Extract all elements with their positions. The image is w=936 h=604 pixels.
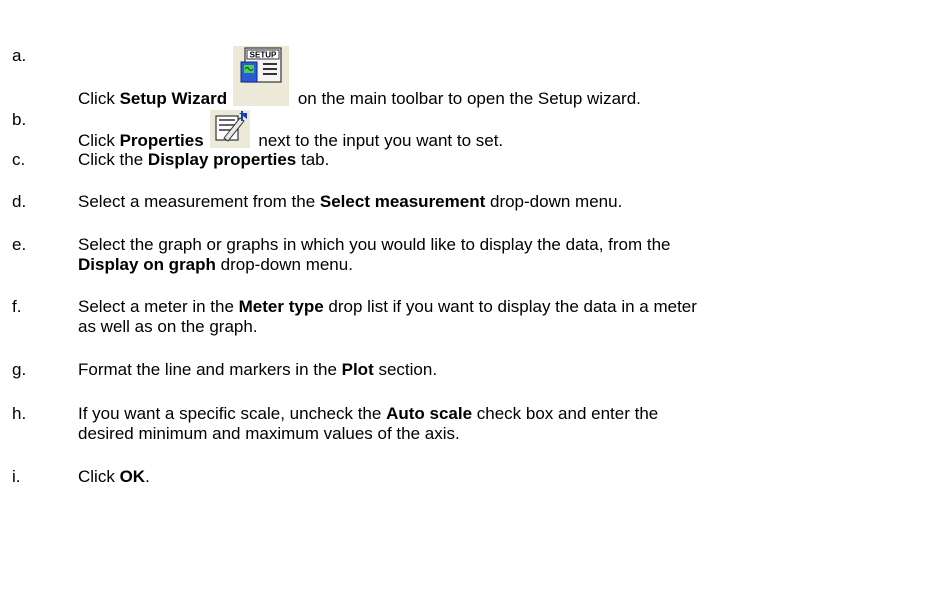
step-h: h. If you want a specific scale, uncheck…: [0, 404, 936, 448]
step-b: b. Click Properties next to the input yo…: [0, 92, 936, 150]
step-e: e. Select the graph or graphs in which y…: [0, 235, 936, 279]
meter-type-label: Meter type: [238, 297, 324, 316]
step-letter: e.: [12, 235, 27, 254]
step-letter: f.: [12, 297, 22, 316]
step-a: a. Click Setup Wizard SETUP on the main …: [0, 4, 936, 108]
instruction-page: { "steps": [ {"letter": "a.", "before": …: [0, 0, 936, 604]
step-text-part: Select a measurement from the: [78, 192, 320, 211]
step-text-line: If you want a specific scale, uncheck th…: [78, 404, 878, 424]
step-text-line: Select a meter in the Meter type drop li…: [78, 297, 878, 317]
step-i: i. Click OK.: [0, 467, 936, 491]
step-text-part: Format the line and markers in the: [78, 360, 342, 379]
display-properties-label: Display properties: [147, 150, 297, 169]
step-f: f. Select a meter in the Meter type drop…: [0, 297, 936, 341]
step-text-part: next to the input you want to set.: [253, 131, 504, 150]
step-text-part: drop list if you want to display the dat…: [323, 297, 697, 316]
step-letter: b.: [12, 110, 27, 129]
display-on-graph-label: Display on graph: [78, 255, 216, 274]
properties-icon[interactable]: [209, 110, 250, 148]
plot-label: Plot: [341, 360, 374, 379]
step-text-part: Click the: [78, 150, 148, 169]
step-text: Select a measurement from the Select mea…: [78, 192, 878, 212]
auto-scale-label: Auto scale: [386, 404, 473, 423]
step-letter: d.: [12, 192, 27, 211]
step-g: g. Format the line and markers in the Pl…: [0, 360, 936, 384]
step-text-line: desired minimum and maximum values of th…: [78, 424, 460, 443]
step-c: c. Click the Display properties tab.: [0, 150, 936, 174]
step-text-part: Select a meter in the: [78, 297, 239, 316]
step-text-part: check box and enter the: [472, 404, 659, 423]
step-letter: g.: [12, 360, 27, 379]
step-text: If you want a specific scale, uncheck th…: [78, 404, 878, 444]
step-text-part: drop-down menu.: [485, 192, 623, 211]
step-letter: h.: [12, 404, 27, 423]
select-measurement-label: Select measurement: [319, 192, 486, 211]
step-text-line: Select the graph or graphs in which you …: [78, 235, 671, 254]
step-text-part: Click: [78, 131, 120, 150]
step-text: Select the graph or graphs in which you …: [78, 235, 878, 275]
step-text: Click OK.: [78, 467, 878, 487]
setup-icon-text: SETUP: [250, 51, 277, 60]
step-text-part: section.: [373, 360, 438, 379]
step-d: d. Select a measurement from the Select …: [0, 192, 936, 216]
step-text: Click Properties next to the input you w…: [78, 110, 878, 151]
step-text: Click the Display properties tab.: [78, 150, 878, 170]
ok-label: OK: [119, 467, 146, 486]
step-letter: c.: [12, 150, 26, 169]
step-text-part: tab.: [296, 150, 330, 169]
step-text-line: as well as on the graph.: [78, 317, 258, 336]
step-text-part: .: [145, 467, 150, 486]
step-letter: i.: [12, 467, 21, 486]
step-text: Select a meter in the Meter type drop li…: [78, 297, 878, 337]
step-text-line: Display on graph drop-down menu.: [78, 255, 878, 275]
step-text-part: Click: [78, 467, 120, 486]
step-text-part: drop-down menu.: [215, 255, 353, 274]
step-text: Format the line and markers in the Plot …: [78, 360, 878, 380]
properties-label: Properties: [119, 131, 204, 150]
step-text-part: If you want a specific scale, uncheck th…: [78, 404, 387, 423]
step-letter: a.: [12, 46, 27, 65]
